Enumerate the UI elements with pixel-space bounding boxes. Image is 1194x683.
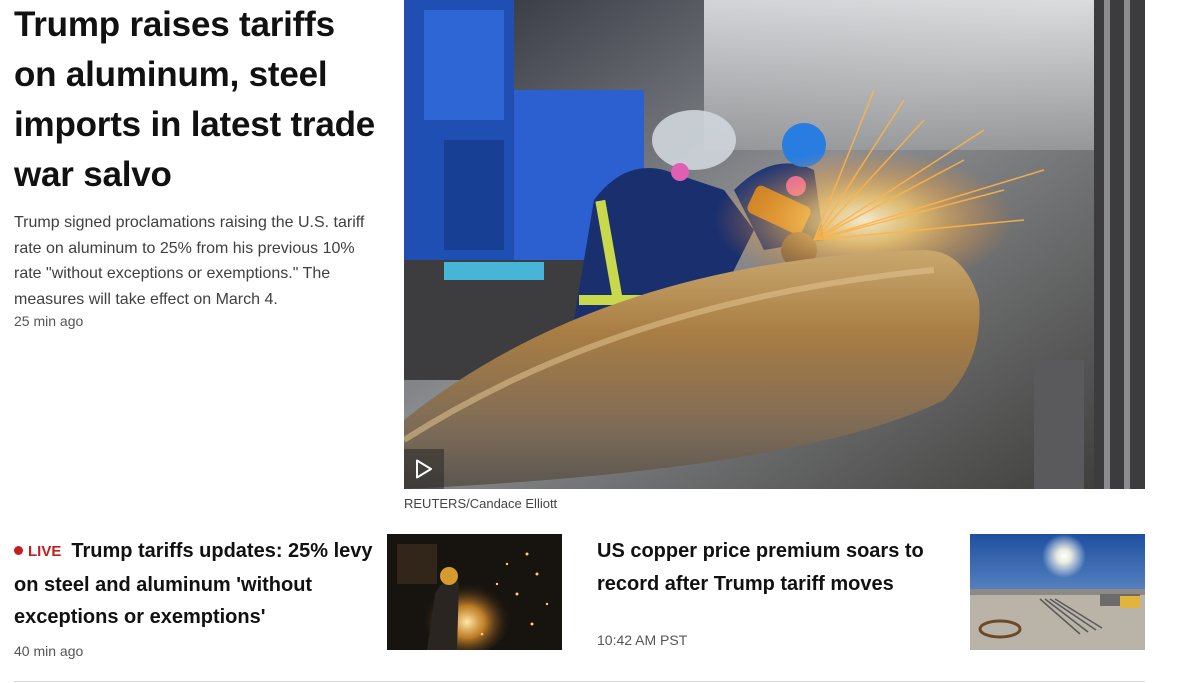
steel-pipe-workers-image bbox=[404, 0, 1145, 489]
story-thumbnail-sparks[interactable] bbox=[387, 534, 562, 650]
story-card-live: LIVE Trump tariffs updates: 25% levy on s… bbox=[14, 535, 374, 659]
copper-mine-image bbox=[970, 534, 1145, 650]
story-timestamp: 10:42 AM PST bbox=[597, 632, 688, 648]
image-credit: REUTERS/Candace Elliott bbox=[404, 496, 558, 511]
lead-headline[interactable]: Trump raises tariffs on aluminum, steel … bbox=[14, 0, 384, 200]
story-thumbnail-copper[interactable] bbox=[970, 534, 1145, 650]
live-badge: LIVE bbox=[14, 543, 61, 560]
lead-timestamp: 25 min ago bbox=[14, 313, 84, 329]
play-icon bbox=[416, 459, 432, 479]
story-headline[interactable]: LIVE Trump tariffs updates: 25% levy on s… bbox=[14, 535, 374, 634]
news-page: Trump raises tariffs on aluminum, steel … bbox=[0, 0, 1194, 683]
story-card-copper: US copper price premium soars to record … bbox=[597, 535, 957, 648]
lead-summary: Trump signed proclamations raising the U… bbox=[14, 214, 365, 308]
lead-video-image[interactable] bbox=[404, 0, 1145, 489]
story-headline[interactable]: US copper price premium soars to record … bbox=[597, 535, 957, 600]
lead-story: Trump raises tariffs on aluminum, steel … bbox=[14, 0, 384, 329]
section-divider bbox=[14, 681, 1145, 682]
play-video-button[interactable] bbox=[404, 449, 444, 489]
welder-sparks-image bbox=[387, 534, 562, 650]
live-dot-icon bbox=[14, 546, 23, 555]
live-badge-label: LIVE bbox=[28, 543, 62, 560]
story-timestamp: 40 min ago bbox=[14, 642, 84, 659]
story-headline-text: Trump tariffs updates: 25% levy on steel… bbox=[14, 540, 373, 628]
